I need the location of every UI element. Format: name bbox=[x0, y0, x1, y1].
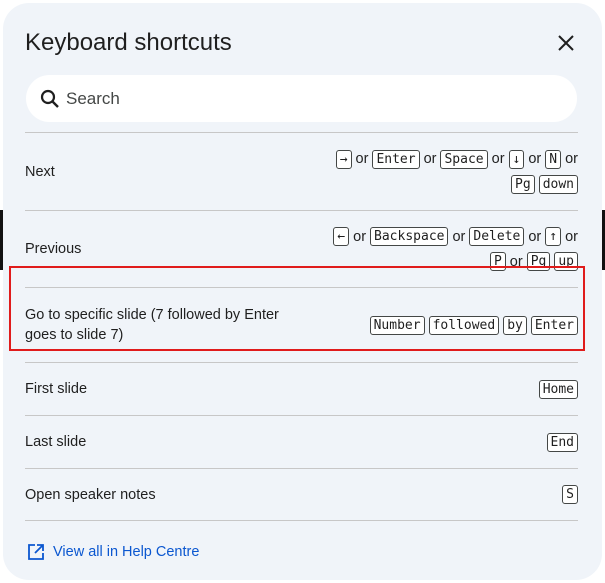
or-text: or bbox=[491, 151, 505, 167]
key: ← bbox=[333, 227, 350, 246]
keys-line-2: Pg down bbox=[511, 174, 578, 194]
link-label: View all in Help Centre bbox=[53, 544, 200, 560]
search-input[interactable] bbox=[64, 87, 548, 110]
keys-line-1: ← or Backspace or Delete or ↑ or bbox=[333, 227, 578, 246]
or-text: or bbox=[528, 228, 542, 245]
shortcut-row-previous: Previous ← or Backspace or Delete or ↑ o… bbox=[25, 210, 578, 287]
key: Enter bbox=[530, 315, 578, 335]
key: End bbox=[546, 432, 578, 452]
or-text: or bbox=[565, 228, 578, 245]
or-text: or bbox=[565, 151, 578, 167]
shortcut-keys: S bbox=[562, 485, 578, 504]
dialog-title: Keyboard shortcuts bbox=[25, 29, 232, 56]
shortcut-row-go-to-slide: Go to specific slide (7 followed by Ente… bbox=[25, 287, 578, 362]
shortcut-keys: End bbox=[546, 432, 578, 452]
shortcut-keys: ← or Backspace or Delete or ↑ or P or Pg… bbox=[333, 227, 578, 271]
key: Backspace bbox=[370, 227, 449, 246]
shortcut-label: Last slide bbox=[25, 434, 87, 450]
or-text: or bbox=[452, 228, 466, 245]
or-text: or bbox=[509, 253, 523, 270]
key: Delete bbox=[469, 227, 525, 246]
key: followed bbox=[428, 315, 500, 335]
key: Number bbox=[369, 315, 425, 335]
shortcut-keys: → or Enter or Space or ↓ or N or Pg down bbox=[335, 149, 578, 194]
key: S bbox=[562, 485, 578, 504]
shortcut-label: First slide bbox=[25, 381, 88, 397]
or-text: or bbox=[528, 151, 542, 167]
key: up bbox=[554, 252, 578, 271]
keys-line-2: P or Pg up bbox=[489, 252, 578, 271]
shortcut-row-speaker-notes: Open speaker notes S bbox=[25, 468, 578, 521]
shortcut-label: Next bbox=[25, 163, 55, 180]
keyboard-shortcuts-dialog: Keyboard shortcuts Next → or Enter bbox=[3, 3, 602, 580]
shortcut-label: Go to specific slide (7 followed by Ente… bbox=[25, 307, 279, 343]
or-text: or bbox=[423, 151, 437, 167]
key: P bbox=[489, 252, 506, 271]
search-box[interactable] bbox=[26, 75, 577, 122]
shortcut-row-last-slide: Last slide End bbox=[25, 415, 578, 468]
shortcut-keys: Home bbox=[538, 379, 578, 399]
view-all-help-centre-link[interactable]: View all in Help Centre bbox=[27, 543, 199, 561]
shortcut-label: Open speaker notes bbox=[25, 486, 156, 503]
key: Home bbox=[538, 379, 578, 399]
close-icon bbox=[558, 35, 574, 51]
key: ↓ bbox=[508, 149, 525, 169]
key: down bbox=[538, 174, 578, 194]
close-button[interactable] bbox=[552, 29, 580, 57]
key: → bbox=[335, 149, 352, 169]
key: by bbox=[503, 315, 527, 335]
shortcut-list: Next → or Enter or Space or ↓ or N or Pg… bbox=[25, 132, 578, 521]
key: Pg bbox=[511, 174, 535, 194]
open-in-new-icon bbox=[27, 543, 45, 561]
shortcut-label: Previous bbox=[25, 241, 82, 257]
key: Space bbox=[440, 149, 488, 169]
or-text: or bbox=[355, 151, 369, 167]
key: N bbox=[545, 149, 562, 169]
shortcut-row-first-slide: First slide Home bbox=[25, 362, 578, 415]
shortcut-row-next: Next → or Enter or Space or ↓ or N or Pg… bbox=[25, 132, 578, 210]
key: Pg bbox=[526, 252, 551, 271]
dialog-header: Keyboard shortcuts bbox=[25, 27, 584, 63]
key: ↑ bbox=[545, 227, 562, 246]
shortcut-keys: Number followed by Enter bbox=[369, 315, 578, 335]
key: Enter bbox=[372, 149, 420, 169]
keys-line-1: → or Enter or Space or ↓ or N or bbox=[335, 149, 578, 169]
or-text: or bbox=[353, 228, 367, 245]
search-icon bbox=[40, 88, 62, 110]
